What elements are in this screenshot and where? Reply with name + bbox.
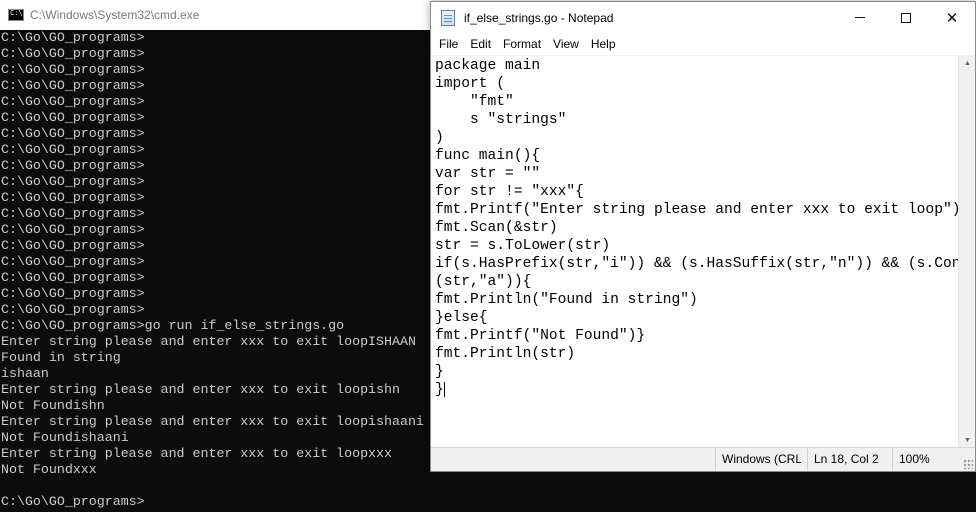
code-line: fmt.Printf("Enter string please and ente… — [435, 201, 959, 219]
console-line: C:\Go\GO_programs> — [1, 270, 145, 285]
console-line: C:\Go\GO_programs> — [1, 142, 145, 157]
text-editor[interactable]: package main import ( "fmt" s "strings") f… — [431, 55, 959, 449]
maximize-button[interactable] — [883, 2, 929, 33]
console-line: C:\Go\GO_programs> — [1, 254, 145, 269]
code-line: package main — [435, 57, 959, 75]
code-line-text: fmt.Printf("Enter string please and ente… — [435, 202, 959, 218]
maximize-icon — [901, 12, 911, 23]
code-line: fmt.Println("Found in string") — [435, 291, 959, 309]
code-line: func main(){ — [435, 147, 959, 165]
code-line: } — [435, 381, 959, 399]
status-zoom: 100% — [892, 448, 956, 471]
cmd-window-title: C:\Windows\System32\cmd.exe — [30, 8, 200, 22]
code-line: if(s.HasPrefix(str,"i")) && (s.HasSuffix… — [435, 255, 959, 273]
console-line: C:\Go\GO_programs> — [1, 30, 145, 45]
status-bar: Windows (CRL Ln 18, Col 2 100% — [431, 447, 975, 471]
console-line: C:\Go\GO_programs>go run if_else_strings… — [1, 318, 345, 333]
console-line: C:\Go\GO_programs> — [1, 302, 145, 317]
close-icon: ✕ — [945, 8, 959, 27]
vertical-scrollbar[interactable]: ▲ ▼ — [958, 55, 975, 449]
code-line-text: var str = "" — [435, 166, 541, 182]
code-line: } — [435, 363, 959, 381]
console-line: Not Foundishn — [1, 398, 105, 413]
close-button[interactable]: ✕ — [929, 2, 975, 33]
code-line-text: str = s.ToLower(str) — [435, 238, 611, 254]
scroll-up-icon[interactable]: ▲ — [959, 55, 976, 72]
minimize-icon — [855, 17, 865, 18]
console-line: Enter string please and enter xxx to exi… — [1, 382, 400, 397]
notepad-icon — [441, 9, 455, 26]
code-line: fmt.Scan(&str) — [435, 219, 959, 237]
code-line: var str = "" — [435, 165, 959, 183]
console-line: Found in string — [1, 350, 121, 365]
code-line-text: import ( — [435, 76, 506, 92]
cmd-output[interactable]: C:\Go\GO_programs> C:\Go\GO_programs> C:\G… — [0, 30, 440, 512]
code-line: fmt.Printf("Not Found")} — [435, 327, 959, 345]
console-line: C:\Go\GO_programs> — [1, 94, 145, 109]
code-line: s "strings" — [435, 111, 959, 129]
code-line-text: if(s.HasPrefix(str,"i")) && (s.HasSuffix… — [435, 256, 959, 272]
console-line: Enter string please and enter xxx to exi… — [1, 446, 392, 461]
console-line: Not Foundxxx — [1, 462, 97, 477]
console-line: Enter string please and enter xxx to exi… — [1, 334, 416, 349]
code-line: ) — [435, 129, 959, 147]
code-line-text: } — [435, 364, 444, 380]
menu-edit[interactable]: Edit — [464, 35, 497, 53]
resize-grip-icon[interactable] — [963, 459, 973, 469]
code-line-text: s "strings" — [435, 112, 567, 128]
code-line-text: (str,"a")){ — [435, 274, 532, 290]
code-line: }else{ — [435, 309, 959, 327]
console-line: C:\Go\GO_programs> — [1, 206, 145, 221]
console-line: C:\Go\GO_programs> — [1, 62, 145, 77]
text-caret — [443, 381, 445, 397]
status-cursor-position: Ln 18, Col 2 — [807, 448, 891, 471]
console-line: C:\Go\GO_programs> — [1, 174, 145, 189]
code-line-text: fmt.Printf("Not Found")} — [435, 328, 646, 344]
console-line: C:\Go\GO_programs> — [1, 158, 145, 173]
minimize-button[interactable] — [837, 2, 883, 33]
notepad-window: if_else_strings.go - Notepad ✕ File Edit… — [430, 1, 976, 472]
code-line-text: for str != "xxx"{ — [435, 184, 584, 200]
code-line-text: fmt.Println(str) — [435, 346, 576, 362]
console-line: C:\Go\GO_programs> — [1, 286, 145, 301]
code-line: fmt.Println(str) — [435, 345, 959, 363]
code-line-text: func main(){ — [435, 148, 541, 164]
menu-help[interactable]: Help — [585, 35, 622, 53]
code-line: (str,"a")){ — [435, 273, 959, 291]
code-line-text: } — [435, 382, 444, 398]
console-line: C:\Go\GO_programs> — [1, 110, 145, 125]
notepad-window-title: if_else_strings.go - Notepad — [464, 10, 614, 25]
notepad-menubar: File Edit Format View Help — [431, 33, 975, 55]
code-line: "fmt" — [435, 93, 959, 111]
code-line-text: fmt.Println("Found in string") — [435, 292, 698, 308]
console-line: C:\Go\GO_programs> — [1, 78, 145, 93]
console-line: C:\Go\GO_programs> — [1, 46, 145, 61]
console-line: Enter string please and enter xxx to exi… — [1, 414, 424, 429]
notepad-titlebar[interactable]: if_else_strings.go - Notepad ✕ — [431, 2, 975, 33]
code-line-text: package main — [435, 58, 541, 74]
code-line-text: ) — [435, 130, 444, 146]
console-line: C:\Go\GO_programs> — [1, 126, 145, 141]
code-line: import ( — [435, 75, 959, 93]
console-line: Not Foundishaani — [1, 430, 129, 445]
menu-file[interactable]: File — [433, 35, 464, 53]
code-line-text: "fmt" — [435, 94, 514, 110]
code-line-text: }else{ — [435, 310, 488, 326]
menu-format[interactable]: Format — [497, 35, 547, 53]
console-line: C:\Go\GO_programs> — [1, 190, 145, 205]
status-encoding: Windows (CRL — [715, 448, 801, 471]
code-line-text: fmt.Scan(&str) — [435, 220, 558, 236]
code-line: for str != "xxx"{ — [435, 183, 959, 201]
menu-view[interactable]: View — [547, 35, 585, 53]
console-icon — [8, 9, 24, 21]
code-line: str = s.ToLower(str) — [435, 237, 959, 255]
console-line: ishaan — [1, 366, 49, 381]
console-line: C:\Go\GO_programs> — [1, 238, 145, 253]
console-line: C:\Go\GO_programs> — [1, 222, 145, 237]
console-line: C:\Go\GO_programs> — [1, 494, 145, 509]
